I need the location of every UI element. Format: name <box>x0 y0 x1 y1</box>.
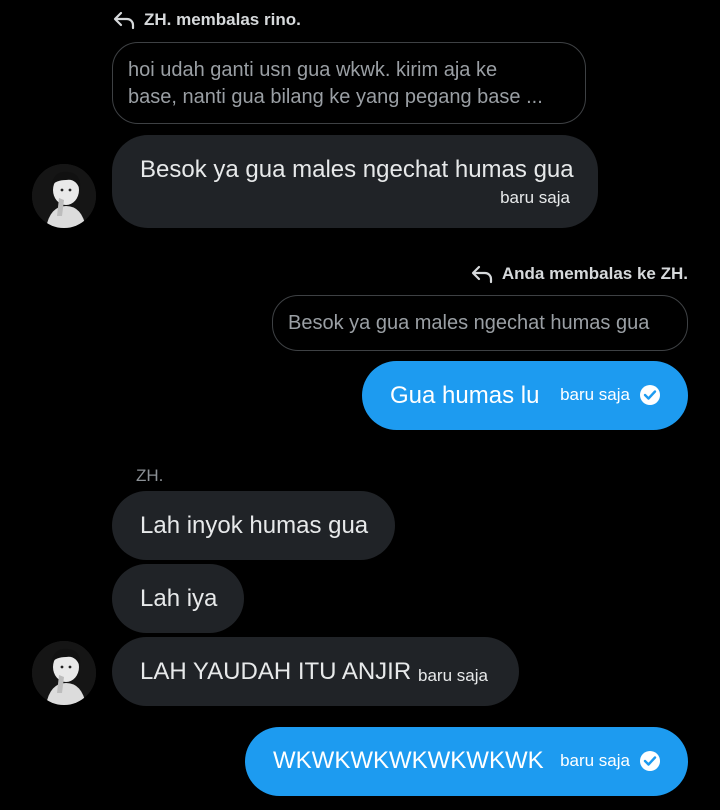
message-bubble[interactable]: LAH YAUDAH ITU ANJIR baru saja <box>112 637 519 706</box>
avatar[interactable] <box>32 164 96 228</box>
message-bubble[interactable]: Lah iya <box>112 564 244 633</box>
message-text: Besok ya gua males ngechat humas gua <box>140 156 574 183</box>
message-text: WKWKWKWKWKWKWK <box>273 747 544 774</box>
message-timestamp: baru saja <box>418 666 488 685</box>
message-text: LAH YAUDAH ITU ANJIR <box>140 658 412 685</box>
reply-arrow-icon <box>471 265 492 284</box>
message-timestamp: baru saja <box>500 188 570 207</box>
quoted-message[interactable]: hoi udah ganti usn gua wkwk. kirim aja k… <box>112 42 586 124</box>
quoted-text-line: base, nanti gua bilang ke yang pegang ba… <box>128 86 543 108</box>
message-text: Lah iya <box>140 585 218 612</box>
quoted-message[interactable]: Besok ya gua males ngechat humas gua <box>272 295 688 351</box>
read-check-icon <box>640 751 660 771</box>
reply-label-text: ZH. membalas rino. <box>144 10 301 29</box>
message-timestamp: baru saja <box>560 751 630 770</box>
message-bubble[interactable]: Besok ya gua males ngechat humas gua bar… <box>112 135 598 228</box>
quoted-text-line: hoi udah ganti usn gua wkwk. kirim aja k… <box>128 59 498 81</box>
message-text: Lah inyok humas gua <box>140 512 369 539</box>
message-bubble-sent[interactable]: WKWKWKWKWKWKWK baru saja <box>245 727 688 796</box>
read-check-icon <box>640 385 660 405</box>
sender-name: ZH. <box>136 466 164 485</box>
reply-context-label: ZH. membalas rino. <box>112 10 301 30</box>
reply-arrow-icon <box>113 11 135 30</box>
message-text: Gua humas lu <box>390 382 540 409</box>
quoted-text: Besok ya gua males ngechat humas gua <box>288 312 650 334</box>
message-bubble[interactable]: Lah inyok humas gua <box>112 491 395 560</box>
message-bubble-sent[interactable]: Gua humas lu baru saja <box>362 361 688 430</box>
reply-context-label: Anda membalas ke ZH. <box>470 264 688 284</box>
avatar[interactable] <box>32 641 96 705</box>
reply-label-text: Anda membalas ke ZH. <box>501 264 688 283</box>
message-timestamp: baru saja <box>560 385 630 404</box>
